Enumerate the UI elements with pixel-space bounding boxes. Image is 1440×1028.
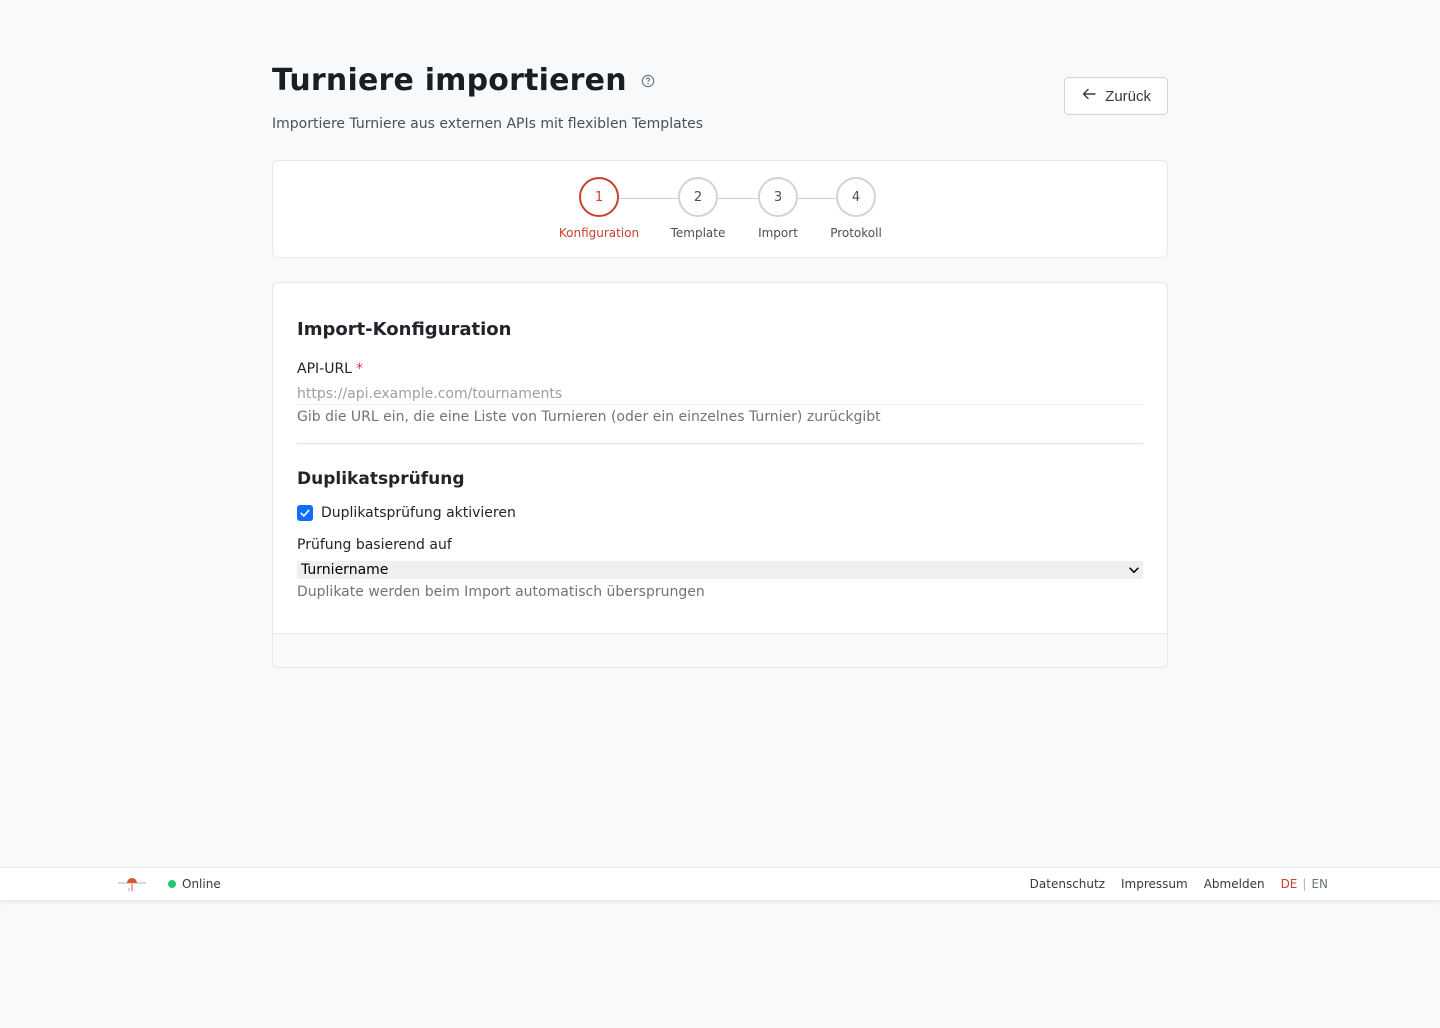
duplicate-check-checkbox[interactable] bbox=[297, 505, 313, 521]
page-subtitle: Importiere Turniere aus externen APIs mi… bbox=[272, 116, 704, 132]
required-marker: * bbox=[355, 361, 363, 377]
app-logo bbox=[118, 876, 146, 894]
back-button-label: Zurück bbox=[1105, 87, 1151, 105]
checkmark-icon bbox=[300, 509, 310, 517]
api-url-label-text: API-URL bbox=[297, 361, 352, 377]
step-number: 3 bbox=[758, 177, 798, 217]
duplicates-title: Duplikatsprüfung bbox=[297, 469, 465, 489]
lang-de-button[interactable]: DE bbox=[1281, 877, 1298, 891]
step-label: Konfiguration bbox=[558, 226, 640, 240]
basis-select-value: Turniername bbox=[301, 562, 389, 578]
step-number: 4 bbox=[836, 177, 876, 217]
step-konfiguration[interactable]: 1 Konfiguration bbox=[544, 177, 654, 240]
arrow-left-icon bbox=[1081, 86, 1097, 106]
connection-status: Online bbox=[168, 877, 221, 891]
lang-en-button[interactable]: EN bbox=[1311, 877, 1328, 891]
chevron-down-icon bbox=[1127, 563, 1141, 577]
step-number: 1 bbox=[579, 177, 619, 217]
footer: Online Datenschutz Impressum Abmelden DE… bbox=[0, 867, 1440, 900]
section-divider bbox=[297, 443, 1143, 444]
link-datenschutz[interactable]: Datenschutz bbox=[1030, 877, 1105, 891]
duplicate-check-toggle[interactable]: Duplikatsprüfung aktivieren bbox=[297, 505, 516, 521]
api-url-help: Gib die URL ein, die eine Liste von Turn… bbox=[297, 409, 881, 425]
link-abmelden[interactable]: Abmelden bbox=[1204, 877, 1265, 891]
step-label: Protokoll bbox=[830, 226, 882, 240]
page-title: Turniere importieren bbox=[272, 63, 627, 98]
api-url-label: API-URL * bbox=[297, 361, 363, 377]
import-config-card: Import-Konfiguration API-URL* Gib die UR… bbox=[272, 282, 1168, 668]
title-row: Turniere importieren bbox=[272, 62, 1168, 100]
basis-label: Prüfung basierend auf bbox=[297, 537, 452, 553]
step-number: 2 bbox=[678, 177, 718, 217]
page: Turniere importieren Importiere Turniere… bbox=[0, 0, 1440, 1028]
api-url-input[interactable] bbox=[297, 383, 1143, 405]
import-config-title: Import-Konfiguration bbox=[297, 319, 512, 340]
online-dot bbox=[168, 880, 176, 888]
lang-separator: | bbox=[1302, 877, 1307, 891]
footer-links: Datenschutz Impressum Abmelden DE | EN bbox=[1014, 877, 1328, 891]
link-impressum[interactable]: Impressum bbox=[1121, 877, 1188, 891]
stepper: 1 Konfiguration 2 Template 3 Import 4 Pr… bbox=[273, 177, 1167, 247]
back-button[interactable]: Zurück bbox=[1064, 77, 1168, 115]
step-protokoll[interactable]: 4 Protokoll bbox=[801, 177, 911, 240]
basis-help: Duplikate werden beim Import automatisch… bbox=[297, 584, 705, 600]
card-footer bbox=[273, 633, 1167, 667]
help-icon[interactable] bbox=[641, 74, 655, 88]
status-text: Online bbox=[182, 877, 221, 891]
page-header: Turniere importieren Importiere Turniere… bbox=[272, 62, 1168, 132]
basis-select[interactable]: Turniername bbox=[297, 561, 1143, 579]
stepper-card: 1 Konfiguration 2 Template 3 Import 4 Pr… bbox=[272, 160, 1168, 258]
duplicate-check-label: Duplikatsprüfung aktivieren bbox=[321, 505, 516, 521]
